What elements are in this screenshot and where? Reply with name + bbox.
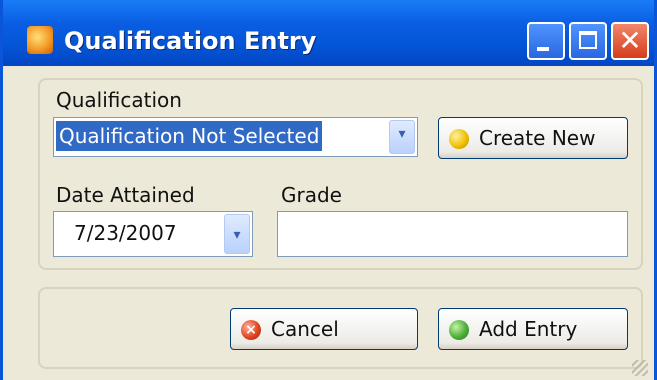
chevron-down-icon: ▾ [233, 227, 241, 243]
grade-input[interactable] [277, 211, 628, 257]
qualification-dropdown-arrow[interactable]: ▾ [389, 120, 415, 154]
close-button[interactable]: ✕ [611, 22, 649, 60]
minimize-icon [537, 47, 549, 51]
qualification-label: Qualification [56, 88, 182, 112]
cancel-button[interactable]: × Cancel [230, 308, 418, 350]
date-attained-value: 7/23/2007 [74, 221, 177, 245]
maximize-icon [579, 31, 597, 49]
create-new-label: Create New [479, 126, 596, 150]
cancel-icon: × [241, 320, 261, 340]
qualification-entry-window: Qualification Entry ✕ Qualification Qual… [0, 0, 657, 380]
chevron-down-icon: ▾ [398, 126, 406, 142]
resize-grip[interactable] [632, 360, 648, 376]
date-attained-picker[interactable]: 7/23/2007 ▾ [53, 211, 253, 257]
qualification-selected-value: Qualification Not Selected [56, 121, 323, 151]
cancel-label: Cancel [271, 317, 339, 341]
add-entry-button[interactable]: Add Entry [438, 308, 628, 350]
window-title: Qualification Entry [64, 27, 317, 55]
yellow-circle-icon [449, 129, 469, 149]
add-entry-label: Add Entry [479, 317, 578, 341]
title-bar[interactable]: Qualification Entry ✕ [3, 0, 654, 66]
close-icon: ✕ [618, 24, 642, 57]
date-dropdown-arrow[interactable]: ▾ [224, 214, 250, 254]
minimize-button[interactable] [527, 22, 565, 60]
qualification-dropdown[interactable]: Qualification Not Selected ▾ [53, 117, 418, 157]
date-attained-label: Date Attained [56, 183, 195, 207]
create-new-button[interactable]: Create New [438, 117, 628, 159]
grade-label: Grade [281, 183, 342, 207]
maximize-button[interactable] [569, 22, 607, 60]
green-circle-icon [449, 320, 469, 340]
app-icon [27, 26, 53, 54]
